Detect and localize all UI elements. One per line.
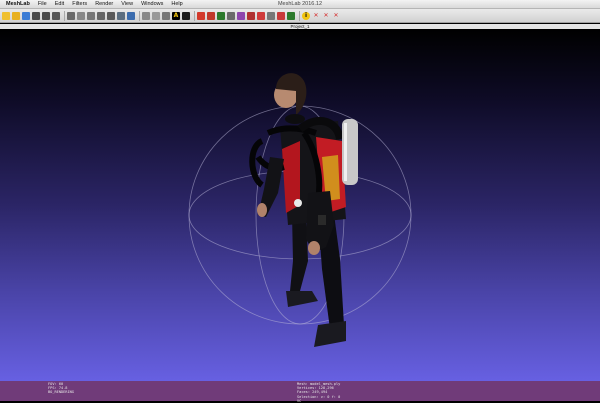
- fancy-lighting-icon[interactable]: [152, 11, 160, 20]
- color-icon[interactable]: A: [172, 11, 180, 20]
- menu-edit[interactable]: Edit: [51, 0, 68, 8]
- pressure-gauge: [294, 199, 302, 207]
- menu-render[interactable]: Render: [91, 0, 117, 8]
- pick-points-icon[interactable]: [247, 11, 255, 20]
- rotate-icon[interactable]: [267, 11, 275, 20]
- paint-icon[interactable]: [237, 11, 245, 20]
- flat-lines-icon[interactable]: [107, 11, 115, 20]
- menu-file[interactable]: File: [34, 0, 51, 8]
- delete-faces-icon[interactable]: ✕: [312, 12, 320, 20]
- z-paint-icon[interactable]: [257, 11, 265, 20]
- status-bar: FOV: 60 FPS: 74.8 BO_RENDERING Mesh: mod…: [0, 381, 600, 403]
- texture-icon[interactable]: [182, 11, 190, 20]
- selection-readout: Selection: v: 0 f: 0: [297, 394, 341, 399]
- toolbar-separator: [194, 10, 195, 21]
- manipulator-icon[interactable]: [287, 11, 295, 20]
- lighting-icon[interactable]: [142, 11, 150, 20]
- bounding-box-icon[interactable]: [67, 11, 75, 20]
- render-mode-readout: BO_RENDERING: [48, 390, 74, 395]
- flat-icon[interactable]: [117, 11, 125, 20]
- new-project-icon[interactable]: [2, 11, 10, 20]
- select-faces-icon[interactable]: [197, 11, 205, 20]
- select-vertices-icon[interactable]: [207, 11, 215, 20]
- open-project-icon[interactable]: [12, 11, 20, 20]
- menu-help[interactable]: Help: [167, 0, 186, 8]
- import-mesh-icon[interactable]: [32, 11, 40, 20]
- scene-svg: [188, 73, 412, 347]
- points-icon[interactable]: [77, 11, 85, 20]
- info-icon[interactable]: i: [302, 11, 310, 20]
- hidden-lines-icon[interactable]: [97, 11, 105, 20]
- toolbar-separator: [64, 10, 65, 21]
- wireframe-icon[interactable]: [87, 11, 95, 20]
- toolbar-separator: [139, 10, 140, 21]
- align-icon[interactable]: [227, 11, 235, 20]
- app-menu[interactable]: MeshLab: [0, 0, 34, 8]
- mesh-info: Mesh: model_mesh.ply Vertices: 128,296 F…: [297, 382, 340, 403]
- render-info: FOV: 60 FPS: 74.8 BO_RENDERING: [48, 382, 74, 395]
- 3d-viewport[interactable]: [0, 29, 600, 381]
- toolbar: Ai ✕ ✕ ✕: [0, 9, 600, 23]
- save-project-icon[interactable]: [22, 11, 30, 20]
- menu-bar: MeshLab File Edit Filters Render View Wi…: [0, 0, 600, 9]
- backface-culling-icon[interactable]: [162, 11, 170, 20]
- delete-selection-icon[interactable]: ✕: [332, 12, 340, 20]
- menu-view[interactable]: View: [117, 0, 137, 8]
- export-mesh-icon[interactable]: [42, 11, 50, 20]
- measure-icon[interactable]: [217, 11, 225, 20]
- snapshot-icon[interactable]: [52, 11, 60, 20]
- menu-windows[interactable]: Windows: [137, 0, 167, 8]
- toolbar-separator: [299, 10, 300, 21]
- smooth-icon[interactable]: [127, 11, 135, 20]
- menu-filters[interactable]: Filters: [68, 0, 91, 8]
- delete-vertices-icon[interactable]: ✕: [322, 12, 330, 20]
- quality-icon[interactable]: [277, 11, 285, 20]
